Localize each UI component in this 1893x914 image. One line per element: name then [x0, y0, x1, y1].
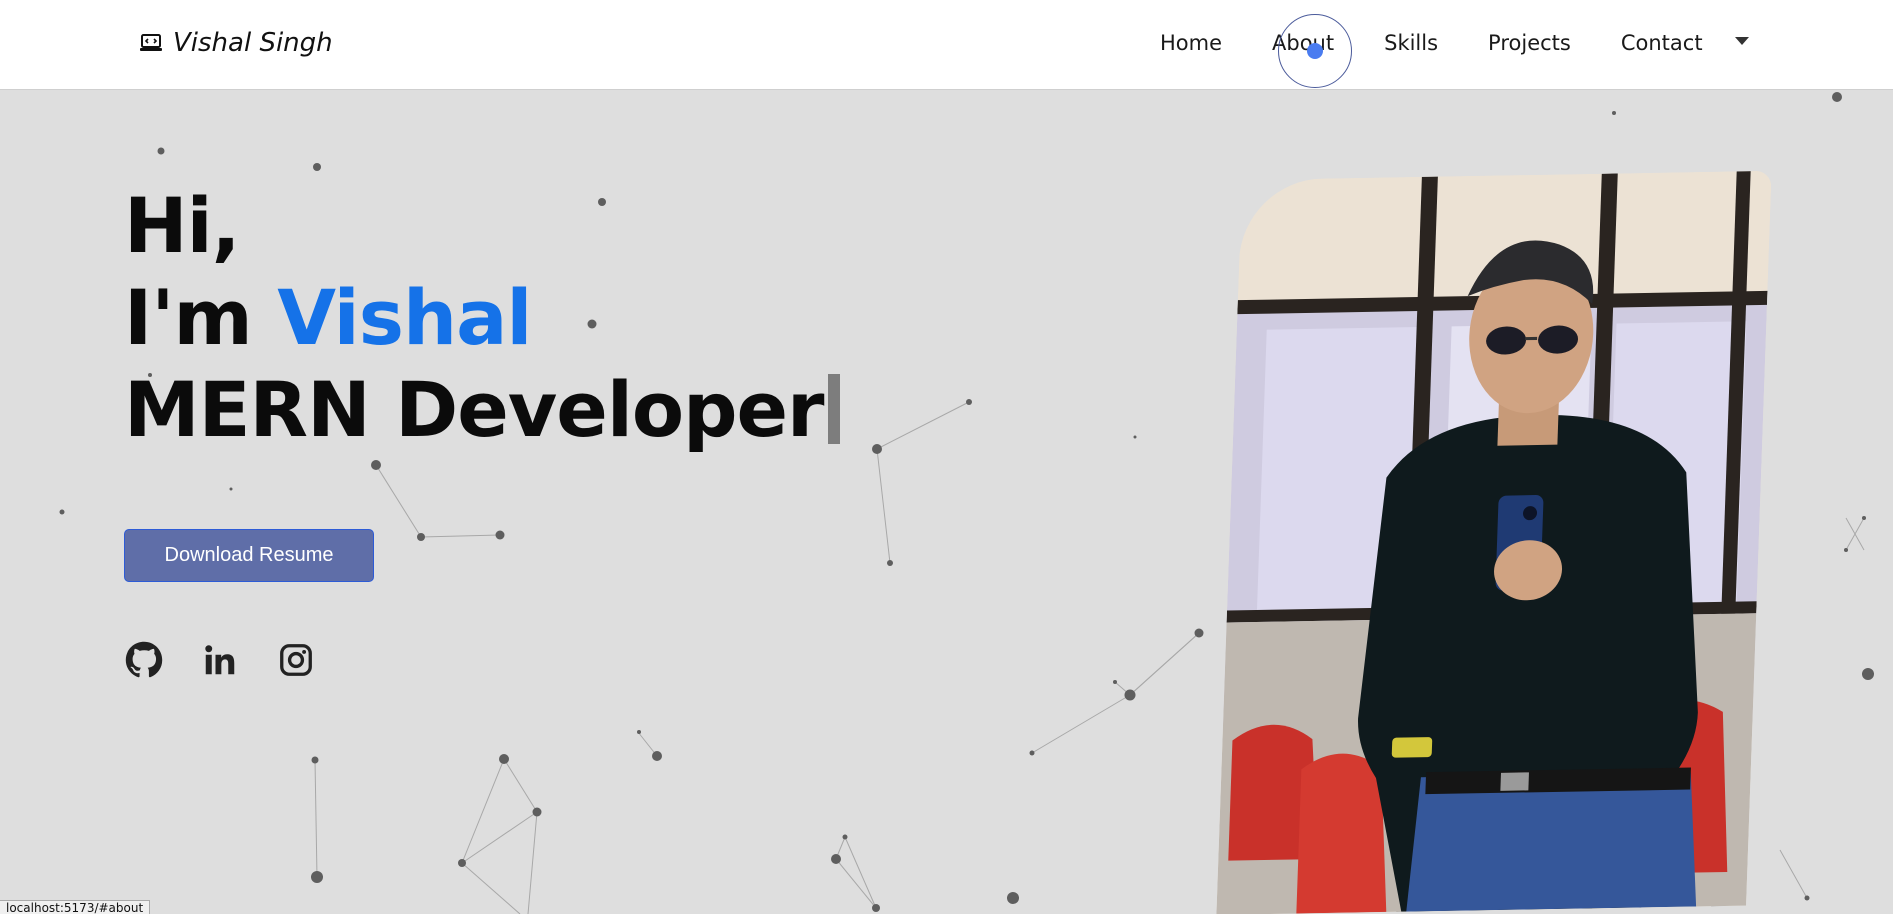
hero-greeting: Hi, — [124, 181, 241, 270]
laptop-code-icon — [139, 31, 163, 55]
navbar: Vishal Singh Home About Skills Projects … — [0, 0, 1893, 90]
hero-section: Hi, I'm Vishal MERN Developer — [124, 180, 840, 456]
brand[interactable]: Vishal Singh — [139, 28, 333, 58]
hero-intro: I'm Vishal — [124, 272, 840, 364]
typing-cursor — [827, 374, 840, 444]
nav-link-home[interactable]: Home — [1160, 31, 1222, 55]
nav-links: Home About Skills Projects Contact — [1160, 31, 1703, 55]
hero-intro-prefix: I'm — [124, 273, 278, 362]
hero-role-text: MERN Developer — [124, 365, 825, 454]
hero-role: MERN Developer — [124, 364, 840, 456]
profile-photo — [1216, 170, 1772, 914]
custom-cursor-dot — [1307, 43, 1323, 59]
github-icon[interactable] — [124, 640, 164, 680]
social-links — [124, 640, 316, 680]
nav-link-projects[interactable]: Projects — [1488, 31, 1571, 55]
caret-down-icon[interactable] — [1735, 37, 1749, 45]
hero-name: Vishal — [277, 273, 532, 362]
linkedin-icon[interactable] — [200, 640, 240, 680]
download-resume-button[interactable]: Download Resume — [124, 529, 374, 582]
instagram-icon[interactable] — [276, 640, 316, 680]
brand-name: Vishal Singh — [173, 28, 333, 58]
browser-status-bar: localhost:5173/#about — [0, 900, 151, 914]
nav-link-skills[interactable]: Skills — [1384, 31, 1438, 55]
nav-link-contact[interactable]: Contact — [1621, 31, 1703, 55]
